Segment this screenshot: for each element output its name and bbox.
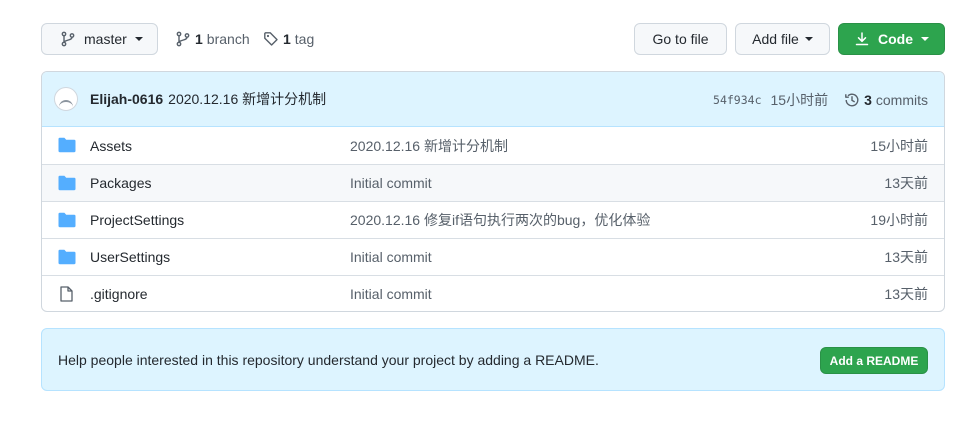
commit-age: 15小时前 — [770, 91, 829, 108]
file-age: 19小时前 — [870, 212, 928, 228]
git-branch-icon — [61, 31, 75, 47]
branch-name: master — [84, 31, 127, 47]
go-to-file-button[interactable]: Go to file — [634, 23, 727, 55]
avatar[interactable] — [54, 87, 78, 111]
file-name[interactable]: .gitignore — [90, 286, 148, 302]
file-name[interactable]: Packages — [90, 175, 151, 191]
code-button[interactable]: Code — [838, 23, 945, 55]
commit-count-label: commits — [875, 91, 928, 108]
folder-icon — [58, 175, 76, 191]
commits-link[interactable]: 3 commits — [844, 92, 928, 108]
code-label: Code — [878, 31, 913, 47]
file-commit-message[interactable]: 2020.12.16 新增计分机制 — [350, 136, 508, 156]
commit-sha[interactable]: 54f934c — [713, 93, 761, 107]
file-name[interactable]: Assets — [90, 138, 132, 154]
tags-link[interactable]: 1 tag — [263, 23, 314, 55]
git-branch-icon — [176, 31, 190, 47]
file-row[interactable]: UserSettings Initial commit 13天前 — [42, 238, 944, 275]
chevron-down-icon — [804, 37, 813, 41]
file-commit-message[interactable]: Initial commit — [350, 286, 432, 302]
file-icon — [60, 286, 73, 302]
branches-link[interactable]: 1 branch — [175, 23, 250, 55]
file-age: 13天前 — [884, 286, 928, 302]
tag-icon — [264, 32, 278, 46]
file-name[interactable]: UserSettings — [90, 249, 170, 265]
branch-count: 1 — [195, 31, 203, 47]
file-row[interactable]: ProjectSettings 2020.12.16 修复if语句执行两次的bu… — [42, 201, 944, 238]
branch-count-label: branch — [206, 31, 250, 47]
folder-icon — [58, 137, 76, 153]
file-name[interactable]: ProjectSettings — [90, 212, 184, 228]
chevron-down-icon — [921, 37, 929, 41]
readme-prompt-text: Help people interested in this repositor… — [58, 351, 599, 368]
file-commit-message[interactable]: Initial commit — [350, 175, 432, 191]
file-row[interactable]: .gitignore Initial commit 13天前 — [42, 275, 944, 311]
file-listing: Elijah-0616 2020.12.16 新增计分机制 54f934c 15… — [41, 71, 945, 312]
history-icon — [845, 93, 859, 106]
folder-icon — [58, 249, 76, 265]
file-age: 13天前 — [884, 175, 928, 191]
file-commit-message[interactable]: Initial commit — [350, 249, 432, 265]
add-file-label: Add file — [752, 31, 799, 47]
latest-commit-bar: Elijah-0616 2020.12.16 新增计分机制 54f934c 15… — [42, 72, 944, 127]
download-icon — [855, 32, 869, 46]
folder-icon — [58, 212, 76, 228]
tag-count: 1 — [283, 31, 291, 47]
repo-toolbar: master 1 branch 1 tag Go to file Add fil… — [41, 23, 945, 56]
chevron-down-icon — [134, 37, 143, 41]
branch-select-button[interactable]: master — [41, 23, 158, 55]
commit-message[interactable]: 2020.12.16 新增计分机制 — [168, 89, 326, 109]
file-row[interactable]: Assets 2020.12.16 新增计分机制 15小时前 — [42, 127, 944, 164]
commit-author[interactable]: Elijah-0616 — [90, 91, 163, 107]
add-readme-button[interactable]: Add a README — [820, 347, 928, 374]
commit-meta: 54f934c 15小时前 3 commits — [713, 72, 928, 127]
readme-banner: Help people interested in this repositor… — [41, 328, 945, 391]
add-file-button[interactable]: Add file — [735, 23, 830, 55]
file-age: 13天前 — [884, 249, 928, 265]
file-row[interactable]: Packages Initial commit 13天前 — [42, 164, 944, 201]
commit-count: 3 — [864, 91, 872, 108]
file-commit-message[interactable]: 2020.12.16 修复if语句执行两次的bug，优化体验 — [350, 210, 650, 230]
tag-count-label: tag — [294, 31, 315, 47]
file-age: 15小时前 — [870, 137, 928, 154]
